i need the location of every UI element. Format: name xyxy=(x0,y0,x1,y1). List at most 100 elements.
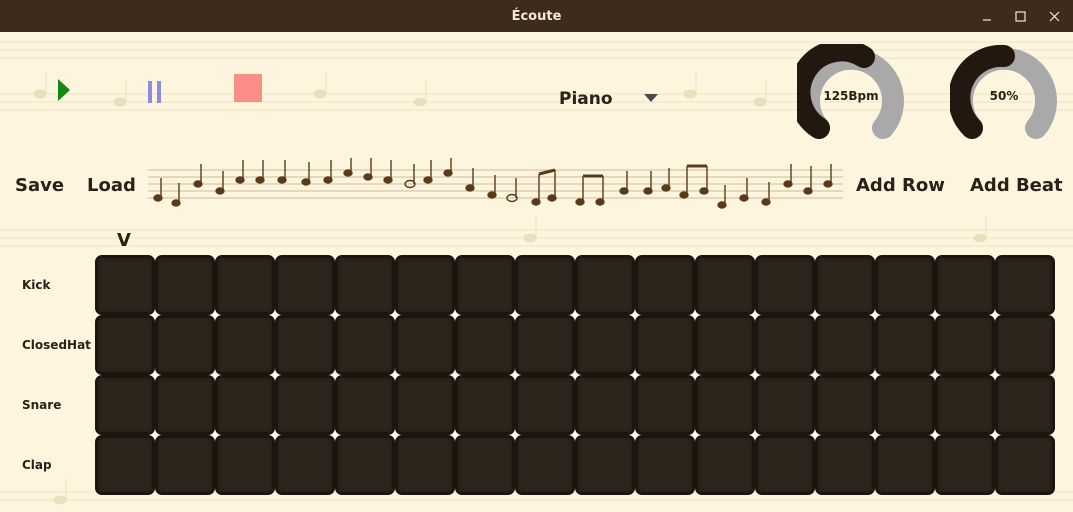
step-cell-kick-7[interactable] xyxy=(455,255,515,315)
caret-down-icon xyxy=(644,94,658,102)
step-cell-snare-6[interactable] xyxy=(395,375,455,435)
step-cell-clap-4[interactable] xyxy=(275,435,335,495)
step-cell-snare-7[interactable] xyxy=(455,375,515,435)
step-cell-kick-9[interactable] xyxy=(575,255,635,315)
step-cell-face xyxy=(161,321,209,369)
step-cell-kick-4[interactable] xyxy=(275,255,335,315)
step-cell-face xyxy=(1001,321,1049,369)
load-button[interactable]: Load xyxy=(87,175,136,196)
step-cell-face xyxy=(521,381,569,429)
step-cell-snare-12[interactable] xyxy=(755,375,815,435)
step-cell-clap-7[interactable] xyxy=(455,435,515,495)
step-cell-face xyxy=(341,381,389,429)
step-cell-kick-12[interactable] xyxy=(755,255,815,315)
step-cell-kick-3[interactable] xyxy=(215,255,275,315)
step-cell-closedhat-1[interactable] xyxy=(95,315,155,375)
step-cell-closedhat-2[interactable] xyxy=(155,315,215,375)
step-cell-closedhat-11[interactable] xyxy=(695,315,755,375)
step-cell-closedhat-9[interactable] xyxy=(575,315,635,375)
step-cell-closedhat-7[interactable] xyxy=(455,315,515,375)
step-cell-snare-10[interactable] xyxy=(635,375,695,435)
instrument-dropdown[interactable]: Piano xyxy=(552,84,664,114)
pause-button[interactable] xyxy=(146,80,166,103)
step-cell-clap-10[interactable] xyxy=(635,435,695,495)
playhead-marker: V xyxy=(117,230,131,251)
step-cell-clap-2[interactable] xyxy=(155,435,215,495)
step-cell-closedhat-14[interactable] xyxy=(875,315,935,375)
add-beat-button[interactable]: Add Beat xyxy=(970,175,1063,196)
maximize-button[interactable] xyxy=(1003,0,1037,32)
step-cell-kick-1[interactable] xyxy=(95,255,155,315)
add-row-button[interactable]: Add Row xyxy=(856,175,945,196)
step-cell-closedhat-15[interactable] xyxy=(935,315,995,375)
step-cell-face xyxy=(701,381,749,429)
step-cell-snare-16[interactable] xyxy=(995,375,1055,435)
step-cell-snare-15[interactable] xyxy=(935,375,995,435)
stop-button[interactable] xyxy=(234,74,262,102)
step-cell-face xyxy=(281,321,329,369)
step-cell-kick-8[interactable] xyxy=(515,255,575,315)
step-cell-kick-6[interactable] xyxy=(395,255,455,315)
minimize-button[interactable] xyxy=(970,0,1004,32)
step-cell-snare-11[interactable] xyxy=(695,375,755,435)
step-cell-clap-11[interactable] xyxy=(695,435,755,495)
step-cell-clap-6[interactable] xyxy=(395,435,455,495)
minimize-icon xyxy=(983,19,991,21)
step-cell-kick-2[interactable] xyxy=(155,255,215,315)
step-cell-snare-3[interactable] xyxy=(215,375,275,435)
row-label-snare: Snare xyxy=(22,398,62,412)
step-cell-face xyxy=(221,441,269,489)
step-cell-snare-2[interactable] xyxy=(155,375,215,435)
step-cell-clap-8[interactable] xyxy=(515,435,575,495)
step-cell-kick-14[interactable] xyxy=(875,255,935,315)
step-cell-face xyxy=(1001,261,1049,309)
step-cell-clap-15[interactable] xyxy=(935,435,995,495)
step-cell-face xyxy=(161,261,209,309)
step-cell-snare-4[interactable] xyxy=(275,375,335,435)
step-cell-closedhat-13[interactable] xyxy=(815,315,875,375)
step-cell-closedhat-16[interactable] xyxy=(995,315,1055,375)
save-button[interactable]: Save xyxy=(15,175,64,196)
step-cell-clap-5[interactable] xyxy=(335,435,395,495)
step-cell-closedhat-3[interactable] xyxy=(215,315,275,375)
step-cell-closedhat-12[interactable] xyxy=(755,315,815,375)
step-cell-closedhat-4[interactable] xyxy=(275,315,335,375)
step-cell-kick-15[interactable] xyxy=(935,255,995,315)
step-cell-snare-5[interactable] xyxy=(335,375,395,435)
step-cell-face xyxy=(941,261,989,309)
close-button[interactable] xyxy=(1037,0,1071,32)
step-cell-clap-1[interactable] xyxy=(95,435,155,495)
step-cell-closedhat-8[interactable] xyxy=(515,315,575,375)
step-cell-snare-1[interactable] xyxy=(95,375,155,435)
step-cell-clap-3[interactable] xyxy=(215,435,275,495)
step-cell-clap-16[interactable] xyxy=(995,435,1055,495)
step-cell-closedhat-6[interactable] xyxy=(395,315,455,375)
step-cell-kick-11[interactable] xyxy=(695,255,755,315)
step-cell-closedhat-5[interactable] xyxy=(335,315,395,375)
step-cell-clap-14[interactable] xyxy=(875,435,935,495)
step-cell-snare-13[interactable] xyxy=(815,375,875,435)
step-cell-kick-13[interactable] xyxy=(815,255,875,315)
step-cell-snare-8[interactable] xyxy=(515,375,575,435)
step-cell-closedhat-10[interactable] xyxy=(635,315,695,375)
step-cell-snare-9[interactable] xyxy=(575,375,635,435)
step-cell-face xyxy=(881,321,929,369)
step-sequencer-grid xyxy=(95,255,1055,495)
step-cell-kick-16[interactable] xyxy=(995,255,1055,315)
step-cell-face xyxy=(821,381,869,429)
play-button[interactable] xyxy=(56,78,72,102)
step-cell-snare-14[interactable] xyxy=(875,375,935,435)
volume-knob[interactable]: 50% xyxy=(948,44,1058,144)
row-label-kick: Kick xyxy=(22,278,51,292)
step-cell-kick-5[interactable] xyxy=(335,255,395,315)
step-cell-face xyxy=(581,381,629,429)
step-cell-kick-10[interactable] xyxy=(635,255,695,315)
step-cell-face xyxy=(701,441,749,489)
tempo-knob[interactable]: 125Bpm xyxy=(788,39,905,144)
step-cell-clap-12[interactable] xyxy=(755,435,815,495)
pause-icon xyxy=(148,81,161,103)
step-cell-face xyxy=(101,261,149,309)
step-cell-clap-9[interactable] xyxy=(575,435,635,495)
step-cell-face xyxy=(341,441,389,489)
step-cell-clap-13[interactable] xyxy=(815,435,875,495)
